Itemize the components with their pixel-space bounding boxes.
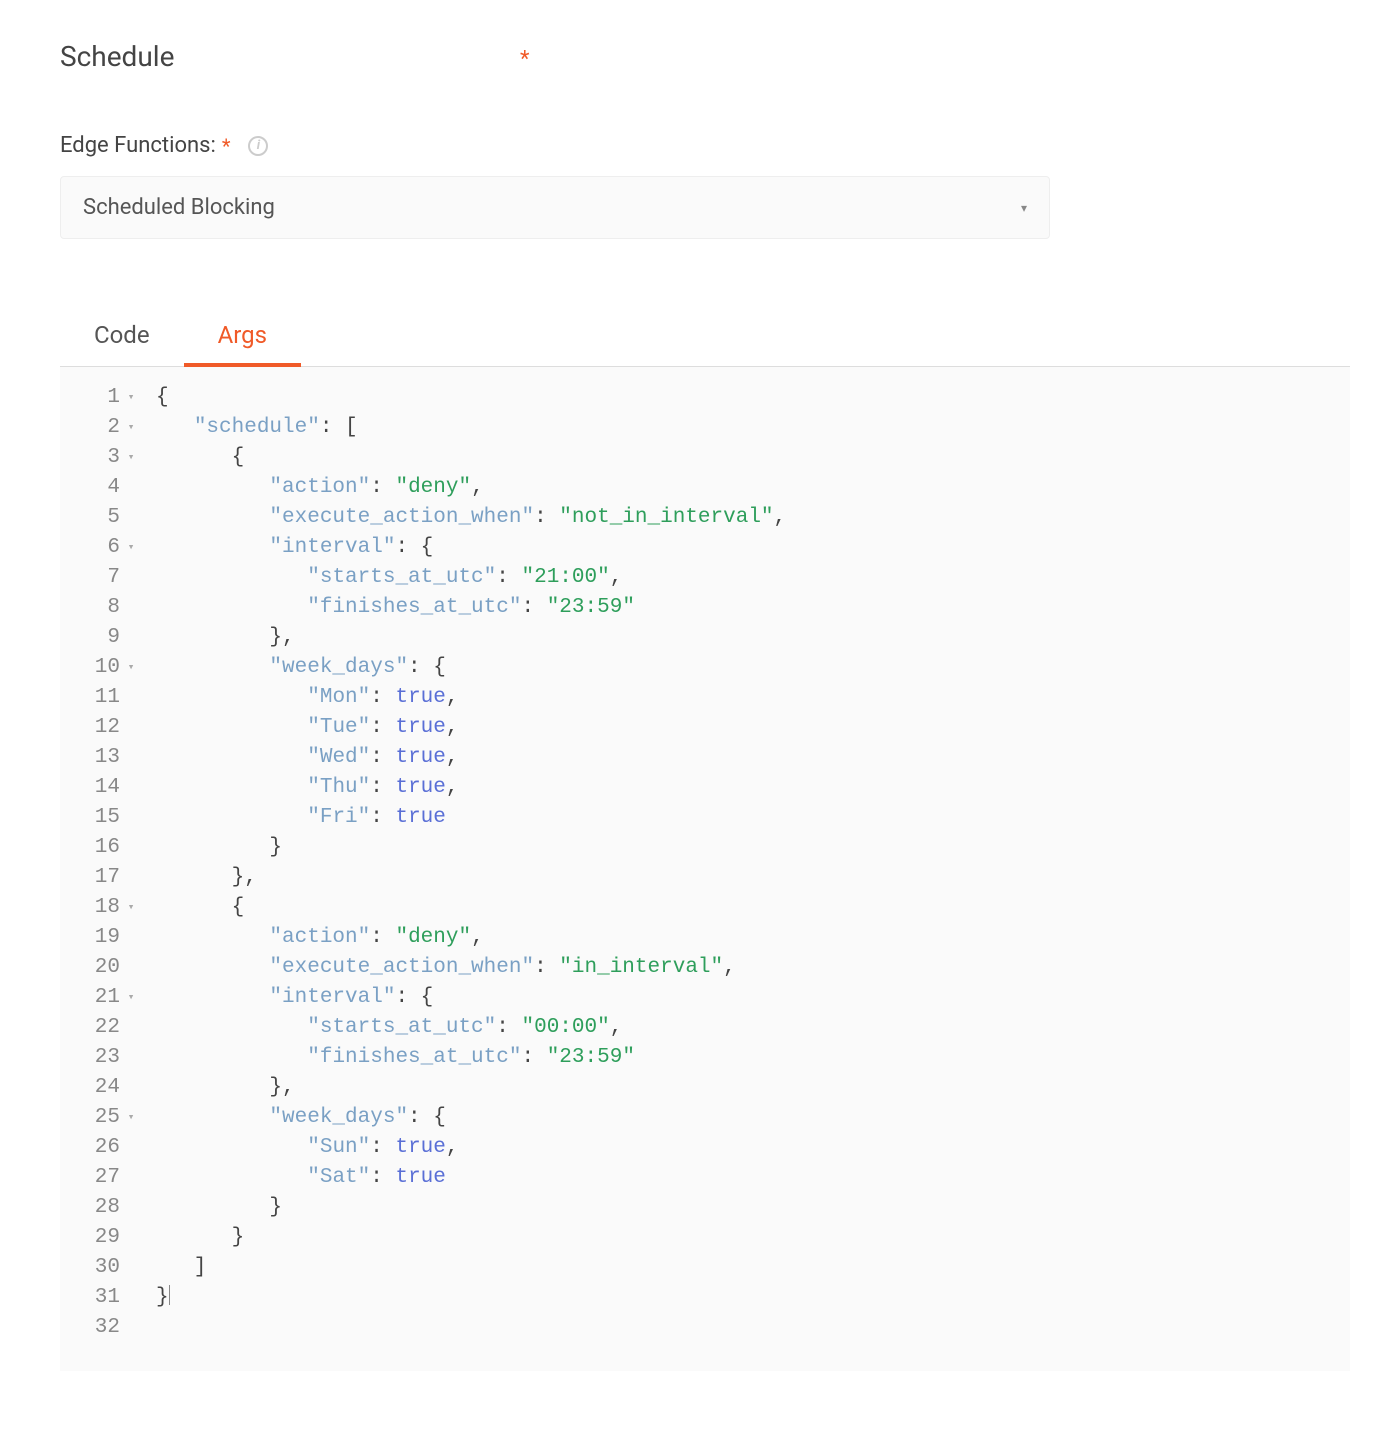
line-number: 28: [60, 1193, 142, 1223]
line-number: 7: [60, 563, 142, 593]
line-number: 15: [60, 803, 142, 833]
code-line[interactable]: "action": "deny",: [156, 923, 1350, 953]
line-number: 13: [60, 743, 142, 773]
code-line[interactable]: "execute_action_when": "not_in_interval"…: [156, 503, 1350, 533]
line-number: 29: [60, 1223, 142, 1253]
line-number: 1▾: [60, 383, 142, 413]
select-value: Scheduled Blocking: [83, 195, 275, 220]
line-number: 32: [60, 1313, 142, 1343]
code-line[interactable]: },: [156, 1073, 1350, 1103]
line-number: 23: [60, 1043, 142, 1073]
text-cursor: [169, 1285, 170, 1305]
required-star-icon: *: [520, 47, 529, 72]
code-line[interactable]: "Sat": true: [156, 1163, 1350, 1193]
section-title: Schedule: [60, 40, 520, 73]
code-line[interactable]: "finishes_at_utc": "23:59": [156, 593, 1350, 623]
code-line[interactable]: "Thu": true,: [156, 773, 1350, 803]
line-number: 10▾: [60, 653, 142, 683]
fold-toggle-icon[interactable]: ▾: [126, 893, 136, 923]
code-line[interactable]: "Fri": true: [156, 803, 1350, 833]
code-line[interactable]: }: [156, 1193, 1350, 1223]
code-line[interactable]: "starts_at_utc": "00:00",: [156, 1013, 1350, 1043]
edge-functions-select[interactable]: Scheduled Blocking ▾: [60, 176, 1050, 239]
line-number: 30: [60, 1253, 142, 1283]
code-line[interactable]: "week_days": {: [156, 653, 1350, 683]
line-number: 14: [60, 773, 142, 803]
code-editor[interactable]: 1▾2▾3▾456▾78910▾1112131415161718▾192021▾…: [60, 367, 1350, 1371]
line-number: 3▾: [60, 443, 142, 473]
chevron-down-icon: ▾: [1021, 201, 1027, 215]
info-icon[interactable]: i: [248, 136, 268, 156]
code-line[interactable]: "starts_at_utc": "21:00",: [156, 563, 1350, 593]
line-number: 12: [60, 713, 142, 743]
code-line[interactable]: }: [156, 1283, 1350, 1313]
code-line[interactable]: "interval": {: [156, 983, 1350, 1013]
required-star-icon: *: [222, 134, 231, 158]
line-number: 11: [60, 683, 142, 713]
code-line[interactable]: "schedule": [: [156, 413, 1350, 443]
code-line[interactable]: "week_days": {: [156, 1103, 1350, 1133]
editor-code-area[interactable]: { "schedule": [ { "action": "deny", "exe…: [150, 383, 1350, 1343]
line-number: 6▾: [60, 533, 142, 563]
fold-toggle-icon[interactable]: ▾: [126, 653, 136, 683]
code-line[interactable]: "finishes_at_utc": "23:59": [156, 1043, 1350, 1073]
code-line[interactable]: {: [156, 443, 1350, 473]
line-number: 4: [60, 473, 142, 503]
code-line[interactable]: }: [156, 833, 1350, 863]
line-number: 20: [60, 953, 142, 983]
tab-code[interactable]: Code: [60, 309, 184, 366]
code-line[interactable]: "execute_action_when": "in_interval",: [156, 953, 1350, 983]
fold-toggle-icon[interactable]: ▾: [126, 413, 136, 443]
fold-toggle-icon[interactable]: ▾: [126, 983, 136, 1013]
fold-toggle-icon[interactable]: ▾: [126, 1103, 136, 1133]
fold-toggle-icon[interactable]: ▾: [126, 443, 136, 473]
tabs: Code Args: [60, 309, 1350, 367]
code-line[interactable]: "Wed": true,: [156, 743, 1350, 773]
code-line[interactable]: }: [156, 1223, 1350, 1253]
line-number: 5: [60, 503, 142, 533]
code-line[interactable]: },: [156, 623, 1350, 653]
code-line[interactable]: "interval": {: [156, 533, 1350, 563]
line-number: 18▾: [60, 893, 142, 923]
line-number: 31: [60, 1283, 142, 1313]
line-number: 22: [60, 1013, 142, 1043]
fold-toggle-icon[interactable]: ▾: [126, 533, 136, 563]
code-line[interactable]: ]: [156, 1253, 1350, 1283]
editor-gutter: 1▾2▾3▾456▾78910▾1112131415161718▾192021▾…: [60, 383, 150, 1343]
line-number: 16: [60, 833, 142, 863]
code-line[interactable]: },: [156, 863, 1350, 893]
line-number: 19: [60, 923, 142, 953]
edge-functions-label: Edge Functions:: [60, 133, 216, 158]
line-number: 26: [60, 1133, 142, 1163]
line-number: 24: [60, 1073, 142, 1103]
code-line[interactable]: "Tue": true,: [156, 713, 1350, 743]
code-line[interactable]: "Sun": true,: [156, 1133, 1350, 1163]
line-number: 27: [60, 1163, 142, 1193]
line-number: 25▾: [60, 1103, 142, 1133]
line-number: 8: [60, 593, 142, 623]
line-number: 21▾: [60, 983, 142, 1013]
line-number: 2▾: [60, 413, 142, 443]
code-line[interactable]: "Mon": true,: [156, 683, 1350, 713]
tab-args[interactable]: Args: [184, 309, 301, 367]
code-line[interactable]: {: [156, 383, 1350, 413]
fold-toggle-icon[interactable]: ▾: [126, 383, 136, 413]
code-line[interactable]: {: [156, 893, 1350, 923]
code-line[interactable]: [156, 1313, 1350, 1343]
line-number: 9: [60, 623, 142, 653]
line-number: 17: [60, 863, 142, 893]
code-line[interactable]: "action": "deny",: [156, 473, 1350, 503]
